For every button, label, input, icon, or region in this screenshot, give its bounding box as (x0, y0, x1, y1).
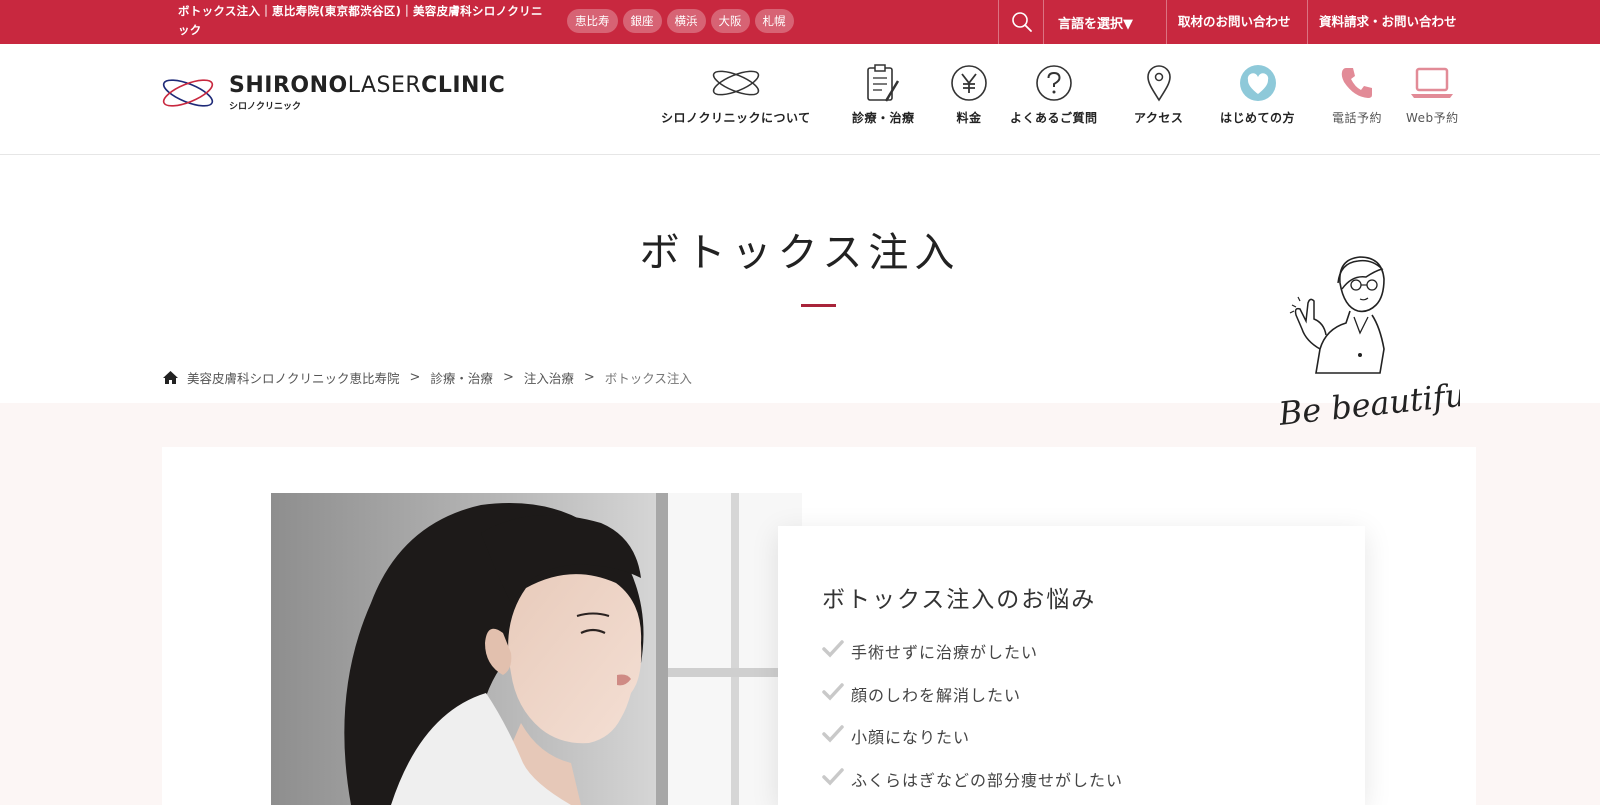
nav-label: よくあるご質問 (1010, 111, 1098, 125)
nav-label: 診療・治療 (852, 111, 915, 125)
checkmark-icon (822, 768, 844, 790)
breadcrumb-item[interactable]: 注入治療 (524, 368, 574, 387)
checkmark-icon (822, 725, 844, 747)
worries-box: ボトックス注入のお悩み 手術せずに治療がしたい 顔のしわを解消したい 小顔になり… (778, 526, 1365, 805)
site-header: SHIRONOLASERCLINIC シロノクリニック シロノクリニックについて… (0, 44, 1600, 155)
logo-wordmark: SHIRONOLASERCLINIC (229, 73, 506, 98)
nav-label: 料金 (956, 111, 982, 125)
branch-ebisu-link[interactable]: 恵比寿 (567, 9, 618, 33)
branch-osaka-link[interactable]: 大阪 (710, 9, 750, 33)
divider (1307, 0, 1308, 44)
worry-item: 手術せずに治療がしたい (822, 630, 1123, 673)
yen-icon (950, 62, 988, 104)
question-icon (1035, 62, 1073, 104)
phone-icon (1338, 62, 1376, 104)
heart-icon (1239, 62, 1277, 104)
nav-web-reserve[interactable]: Web予約 (1406, 62, 1459, 126)
top-bar: ボトックス注入｜恵比寿院(東京都渋谷区)｜美容皮膚科シロノクリニック 恵比寿 銀… (0, 0, 1600, 44)
checkmark-icon (822, 683, 844, 705)
breadcrumb-separator: > (583, 370, 595, 385)
clinic-logo-icon (162, 79, 214, 107)
nav-pricing[interactable]: 料金 (950, 62, 988, 126)
nav-access[interactable]: アクセス (1134, 62, 1183, 126)
clinic-logo-icon (710, 62, 762, 104)
branch-links: 恵比寿 銀座 横浜 大阪 札幌 (567, 9, 794, 33)
divider (1043, 0, 1044, 44)
woman-portrait-photo (271, 493, 802, 805)
document-contact-link[interactable]: 資料請求・お問い合わせ (1319, 11, 1457, 30)
branch-yokohama-link[interactable]: 横浜 (666, 9, 706, 33)
breadcrumb-separator: > (502, 370, 514, 385)
home-icon[interactable] (162, 370, 179, 385)
nav-label: 電話予約 (1332, 111, 1383, 125)
nav-label: はじめての方 (1220, 111, 1296, 125)
breadcrumb-current: ボトックス注入 (604, 371, 692, 386)
language-select[interactable]: 言語を選択▼ (1058, 13, 1133, 32)
worries-list: 手術せずに治療がしたい 顔のしわを解消したい 小顔になりたい ふくらはぎなどの部… (822, 630, 1123, 800)
logo-subtitle: シロノクリニック (229, 102, 302, 112)
breadcrumb-separator: > (409, 370, 421, 385)
nav-phone-reserve[interactable]: 電話予約 (1332, 62, 1382, 126)
breadcrumb: 美容皮膚科シロノクリニック恵比寿院 > 診療・治療 > 注入治療 > ボトックス… (162, 368, 692, 387)
worry-item: ふくらはぎなどの部分痩せがしたい (822, 758, 1123, 801)
checkmark-icon (822, 640, 844, 662)
heading-underline (801, 304, 836, 307)
divider (1166, 0, 1167, 44)
doctor-mascot-illustration: Be beautiful! (1276, 253, 1490, 439)
divider (998, 0, 999, 44)
nav-label: Web予約 (1406, 111, 1459, 125)
worries-heading: ボトックス注入のお悩み (822, 587, 1097, 613)
nav-treatments[interactable]: 診療・治療 (852, 62, 915, 126)
site-logo[interactable]: SHIRONOLASERCLINIC シロノクリニック (160, 74, 505, 112)
location-pin-icon (1144, 62, 1174, 104)
mascot-text: Be beautiful! (1280, 373, 1460, 433)
worry-item: 小顔になりたい (822, 715, 1123, 758)
nav-faq[interactable]: よくあるご質問 (1010, 62, 1098, 126)
nav-label: シロノクリニックについて (661, 111, 811, 125)
page-title-text: ボトックス注入｜恵比寿院(東京都渋谷区)｜美容皮膚科シロノクリニック (178, 4, 543, 37)
breadcrumb-item[interactable]: 美容皮膚科シロノクリニック恵比寿院 (187, 368, 400, 387)
nav-about[interactable]: シロノクリニックについて (661, 62, 811, 126)
worry-item: 顔のしわを解消したい (822, 673, 1123, 716)
breadcrumb-item[interactable]: 診療・治療 (430, 368, 493, 387)
nav-first-time[interactable]: はじめての方 (1220, 62, 1295, 126)
branch-sapporo-link[interactable]: 札幌 (754, 9, 794, 33)
clipboard-pen-icon (864, 62, 902, 104)
branch-ginza-link[interactable]: 銀座 (622, 9, 662, 33)
search-icon[interactable] (1011, 11, 1033, 33)
laptop-icon (1409, 62, 1455, 104)
press-contact-link[interactable]: 取材のお問い合わせ (1178, 11, 1291, 30)
nav-label: アクセス (1134, 111, 1184, 125)
